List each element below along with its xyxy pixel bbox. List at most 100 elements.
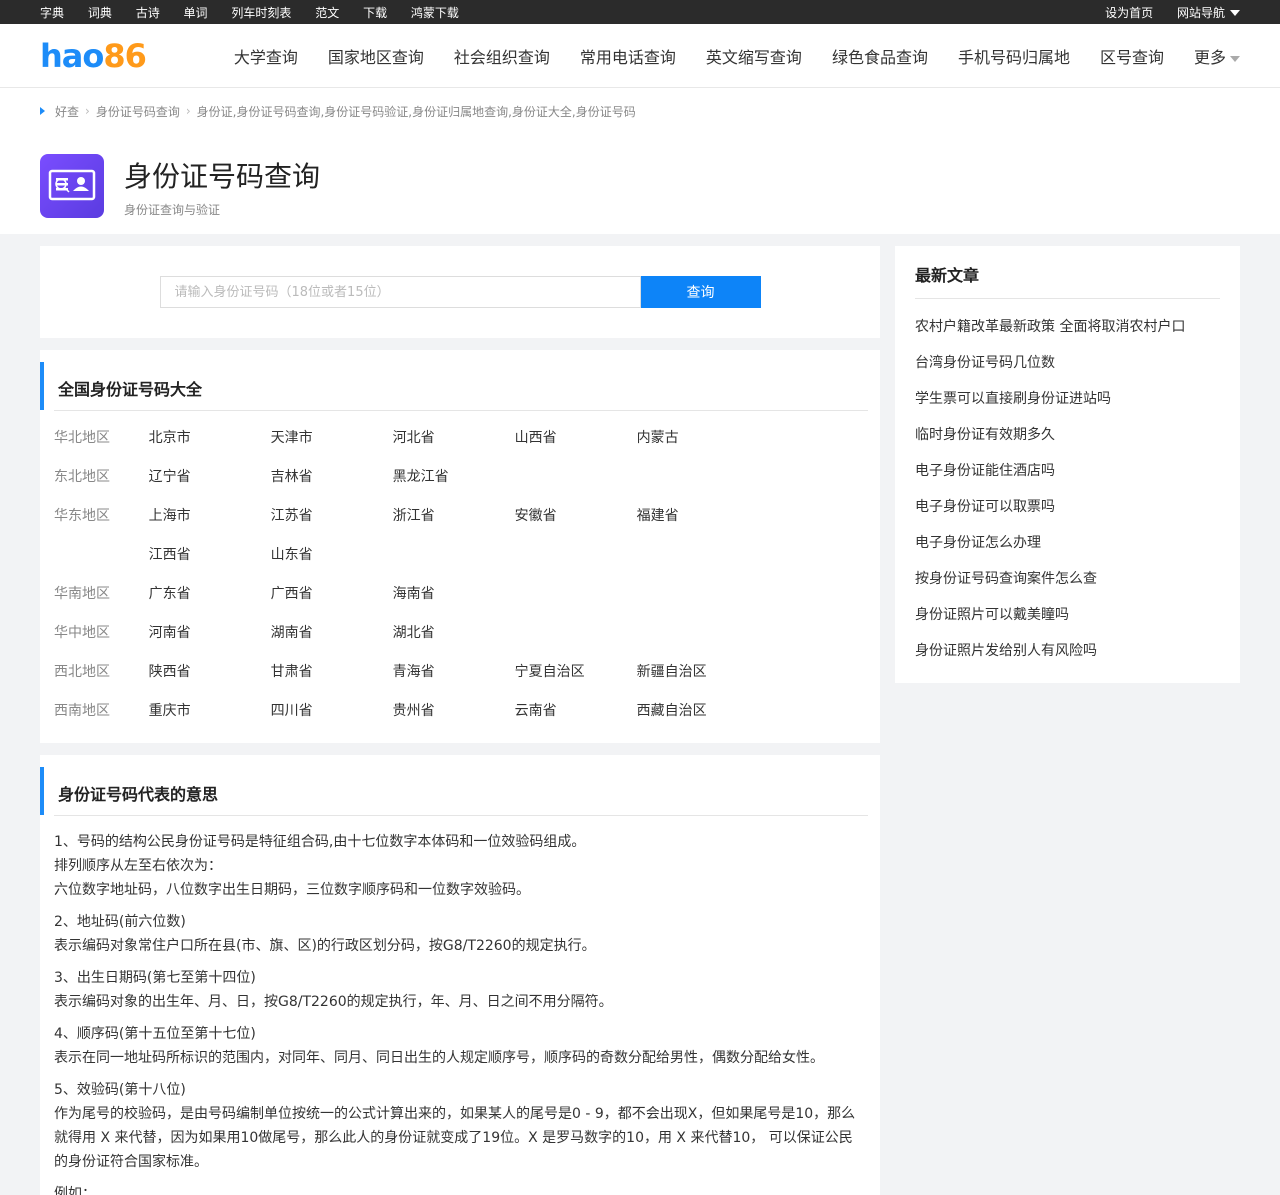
- meaning-line: 例如：: [54, 1186, 96, 1195]
- search-card: 查询: [40, 246, 880, 338]
- province-link[interactable]: 福建省: [637, 497, 759, 536]
- nav-area-code[interactable]: 区号查询: [1100, 44, 1164, 68]
- site-nav-label: 网站导航: [1176, 5, 1225, 20]
- meaning-line: 排列顺序从左至右依次为：: [54, 858, 222, 874]
- nav-green-food[interactable]: 绿色食品查询: [832, 44, 928, 68]
- province-link[interactable]: 新疆自治区: [637, 653, 759, 692]
- province-link[interactable]: 西藏自治区: [637, 692, 759, 731]
- article-link[interactable]: 按身份证号码查询案件怎么查: [915, 561, 1220, 597]
- nav-university[interactable]: 大学查询: [234, 44, 298, 68]
- province-link[interactable]: 广东省: [149, 575, 271, 614]
- province-link[interactable]: 内蒙古: [637, 419, 759, 458]
- sidebar: 最新文章 农村户籍改革最新政策 全面将取消农村户口 台湾身份证号码几位数 学生票可以…: [895, 246, 1240, 1195]
- article-link[interactable]: 电子身份证可以取票吗: [915, 489, 1220, 525]
- set-home-link[interactable]: 设为首页: [1105, 4, 1153, 21]
- province-list: 广东省 广西省 海南省: [149, 575, 866, 614]
- region-row: 华北地区 北京市 天津市 河北省 山西省 内蒙古: [54, 419, 866, 458]
- province-link[interactable]: 黑龙江省: [393, 458, 515, 497]
- province-list: 辽宁省 吉林省 黑龙江省: [149, 458, 866, 497]
- article-link[interactable]: 电子身份证能住酒店吗: [915, 453, 1220, 489]
- meaning-header: 身份证号码代表的意思: [40, 755, 880, 816]
- region-row: 华东地区 上海市 江苏省 浙江省 安徽省 福建省江西省 山东省: [54, 497, 866, 575]
- nav-abbr[interactable]: 英文缩写查询: [706, 44, 802, 68]
- article-list: 农村户籍改革最新政策 全面将取消农村户口 台湾身份证号码几位数 学生票可以直接刷身份…: [915, 299, 1220, 669]
- province-link[interactable]: 四川省: [271, 692, 393, 731]
- id-search-input[interactable]: [159, 276, 641, 308]
- region-row: 东北地区 辽宁省 吉林省 黑龙江省: [54, 458, 866, 497]
- site-nav-dropdown[interactable]: 网站导航: [1177, 4, 1240, 21]
- page-title: 身份证号码查询: [124, 159, 321, 193]
- province-link[interactable]: 湖南省: [271, 614, 393, 653]
- article-link[interactable]: 农村户籍改革最新政策 全面将取消农村户口: [915, 309, 1220, 345]
- top-link-download[interactable]: 下载: [363, 4, 387, 21]
- province-link[interactable]: 上海市: [149, 497, 271, 536]
- region-name: 华东地区: [54, 508, 110, 524]
- latest-articles-title: 最新文章: [915, 258, 1220, 299]
- top-link-train[interactable]: 列车时刻表: [231, 4, 291, 21]
- top-link-harmony[interactable]: 鸿蒙下载: [411, 4, 459, 21]
- top-link-cidian[interactable]: 词典: [88, 4, 112, 21]
- meaning-line: 表示在同一地址码所标识的范围内，对同年、同月、同日出生的人规定顺序号，顺序码的奇…: [54, 1050, 824, 1066]
- top-link-danci[interactable]: 单词: [184, 4, 208, 21]
- region-name: 华南地区: [54, 586, 110, 602]
- province-link[interactable]: 湖北省: [393, 614, 515, 653]
- breadcrumb-separator-icon: ›: [185, 104, 191, 118]
- meaning-paragraph: 例如：: [54, 1182, 866, 1195]
- article-link[interactable]: 临时身份证有效期多久: [915, 417, 1220, 453]
- top-right: 设为首页 网站导航: [1085, 4, 1240, 21]
- article-link[interactable]: 学生票可以直接刷身份证进站吗: [915, 381, 1220, 417]
- nav-more[interactable]: 更多: [1194, 44, 1240, 68]
- chevron-down-icon: [1230, 10, 1240, 16]
- province-link[interactable]: 吉林省: [271, 458, 393, 497]
- top-link-fanwen[interactable]: 范文: [315, 4, 339, 21]
- province-link[interactable]: 山东省: [271, 536, 393, 575]
- province-link[interactable]: 陕西省: [149, 653, 271, 692]
- regions-title: 全国身份证号码大全: [40, 362, 868, 410]
- province-link[interactable]: 辽宁省: [149, 458, 271, 497]
- province-link[interactable]: 宁夏自治区: [515, 653, 637, 692]
- article-link[interactable]: 电子身份证怎么办理: [915, 525, 1220, 561]
- nav-country-region[interactable]: 国家地区查询: [328, 44, 424, 68]
- province-link[interactable]: 山西省: [515, 419, 637, 458]
- logo-hao: hao: [40, 37, 104, 75]
- province-link[interactable]: 江西省: [149, 536, 271, 575]
- region-name: 东北地区: [54, 469, 110, 485]
- province-link[interactable]: 重庆市: [149, 692, 271, 731]
- province-link[interactable]: 天津市: [271, 419, 393, 458]
- article-link[interactable]: 身份证照片可以戴美瞳吗: [915, 597, 1220, 633]
- province-link[interactable]: 浙江省: [393, 497, 515, 536]
- province-link[interactable]: 海南省: [393, 575, 515, 614]
- breadcrumb-home[interactable]: 好查: [55, 103, 79, 120]
- breadcrumb-id-query[interactable]: 身份证号码查询: [96, 103, 180, 120]
- page-subtitle: 身份证查询与验证: [124, 202, 221, 217]
- region-name: 华北地区: [54, 430, 110, 446]
- content: 查询 全国身份证号码大全 华北地区 北京市天津市河北省山西省内蒙古东北地区 辽宁省吉…: [40, 246, 1240, 1195]
- article-link[interactable]: 身份证照片发给别人有风险吗: [915, 633, 1220, 669]
- province-link[interactable]: 青海省: [393, 653, 515, 692]
- nav-mobile[interactable]: 手机号码归属地: [958, 44, 1070, 68]
- search-button[interactable]: 查询: [640, 276, 761, 308]
- top-link-gushi[interactable]: 古诗: [136, 4, 160, 21]
- logo-86: 86: [103, 37, 147, 75]
- top-link-zidian[interactable]: 字典: [40, 4, 64, 21]
- province-list: 重庆市 四川省 贵州省 云南省 西藏自治区: [149, 692, 866, 731]
- article-link[interactable]: 台湾身份证号码几位数: [915, 345, 1220, 381]
- hero: 好查 › 身份证号码查询 › 身份证,身份证号码查询,身份证号码验证,身份证归属…: [0, 88, 1280, 234]
- meaning-paragraph: 5、效验码(第十八位) 作为尾号的校验码，是由号码编制单位按统一的公式计算出来的，…: [54, 1078, 866, 1174]
- province-link[interactable]: 安徽省: [515, 497, 637, 536]
- province-link[interactable]: 贵州省: [393, 692, 515, 731]
- province-link[interactable]: 江苏省: [271, 497, 393, 536]
- nav-social-org[interactable]: 社会组织查询: [454, 44, 550, 68]
- province-link[interactable]: 河南省: [149, 614, 271, 653]
- province-link[interactable]: 广西省: [271, 575, 393, 614]
- chevron-down-icon: [1230, 55, 1240, 62]
- province-link[interactable]: 云南省: [515, 692, 637, 731]
- region-row: 华南地区 广东省 广西省 海南省: [54, 575, 866, 614]
- province-link[interactable]: 北京市: [149, 419, 271, 458]
- province-link[interactable]: 甘肃省: [271, 653, 393, 692]
- nav-phone[interactable]: 常用电话查询: [580, 44, 676, 68]
- breadcrumb: 好查 › 身份证号码查询 › 身份证,身份证号码查询,身份证号码验证,身份证归属…: [40, 88, 1240, 124]
- meaning-title: 身份证号码代表的意思: [40, 767, 868, 815]
- logo[interactable]: hao86: [40, 37, 147, 75]
- province-link[interactable]: 河北省: [393, 419, 515, 458]
